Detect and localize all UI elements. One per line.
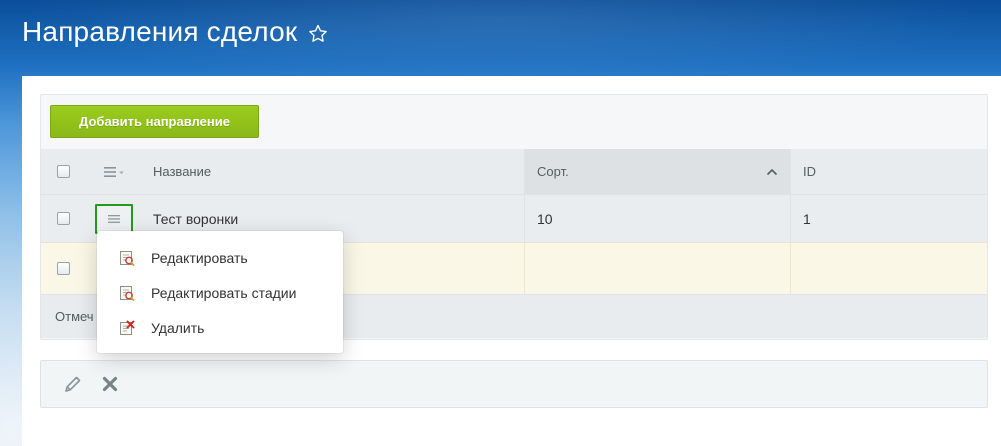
column-header-sort-label: Сорт. xyxy=(537,164,569,179)
close-icon[interactable] xyxy=(101,375,119,393)
row-sort-cell xyxy=(524,243,790,294)
page-header: Направления сделок xyxy=(22,12,329,52)
edit-icon xyxy=(120,250,135,266)
menu-item-label: Редактировать xyxy=(151,249,248,266)
selected-count-text: Отмеч xyxy=(55,309,94,324)
chevron-up-icon xyxy=(766,168,778,175)
star-outline-icon[interactable] xyxy=(307,23,329,45)
menu-item-edit[interactable]: Редактировать xyxy=(97,240,343,275)
menu-item-label: Удалить xyxy=(151,319,205,336)
group-actions-panel xyxy=(40,360,988,408)
delete-icon xyxy=(120,320,135,335)
menu-item-delete[interactable]: Удалить xyxy=(97,310,343,345)
menu-item-label: Редактировать стадии xyxy=(151,284,297,301)
row-checkbox[interactable] xyxy=(57,262,70,275)
header-select-cell xyxy=(41,149,86,194)
row-select-cell xyxy=(41,243,86,294)
row-id-cell: 1 xyxy=(790,195,987,242)
grid-header-row: Название Сорт. ID xyxy=(41,149,987,194)
column-settings-icon[interactable] xyxy=(103,165,125,179)
column-header-sort[interactable]: Сорт. xyxy=(524,149,790,194)
select-all-checkbox[interactable] xyxy=(57,165,70,178)
column-header-id[interactable]: ID xyxy=(790,149,987,194)
row-menu-icon xyxy=(107,214,120,223)
row-context-menu: Редактировать Редактировать стадии Удали… xyxy=(97,231,343,353)
pencil-icon[interactable] xyxy=(63,374,83,394)
menu-item-edit-stages[interactable]: Редактировать стадии xyxy=(97,275,343,310)
row-actions-button[interactable] xyxy=(94,203,133,234)
edit-stages-icon xyxy=(120,285,135,301)
row-sort-cell: 10 xyxy=(524,195,790,242)
add-direction-button[interactable]: Добавить направление xyxy=(50,105,259,138)
page-title: Направления сделок xyxy=(22,16,298,47)
row-checkbox[interactable] xyxy=(57,212,70,225)
row-select-cell xyxy=(41,195,86,242)
row-id-cell xyxy=(790,243,987,294)
header-actions-cell xyxy=(86,149,141,194)
column-header-name[interactable]: Название xyxy=(141,149,524,194)
